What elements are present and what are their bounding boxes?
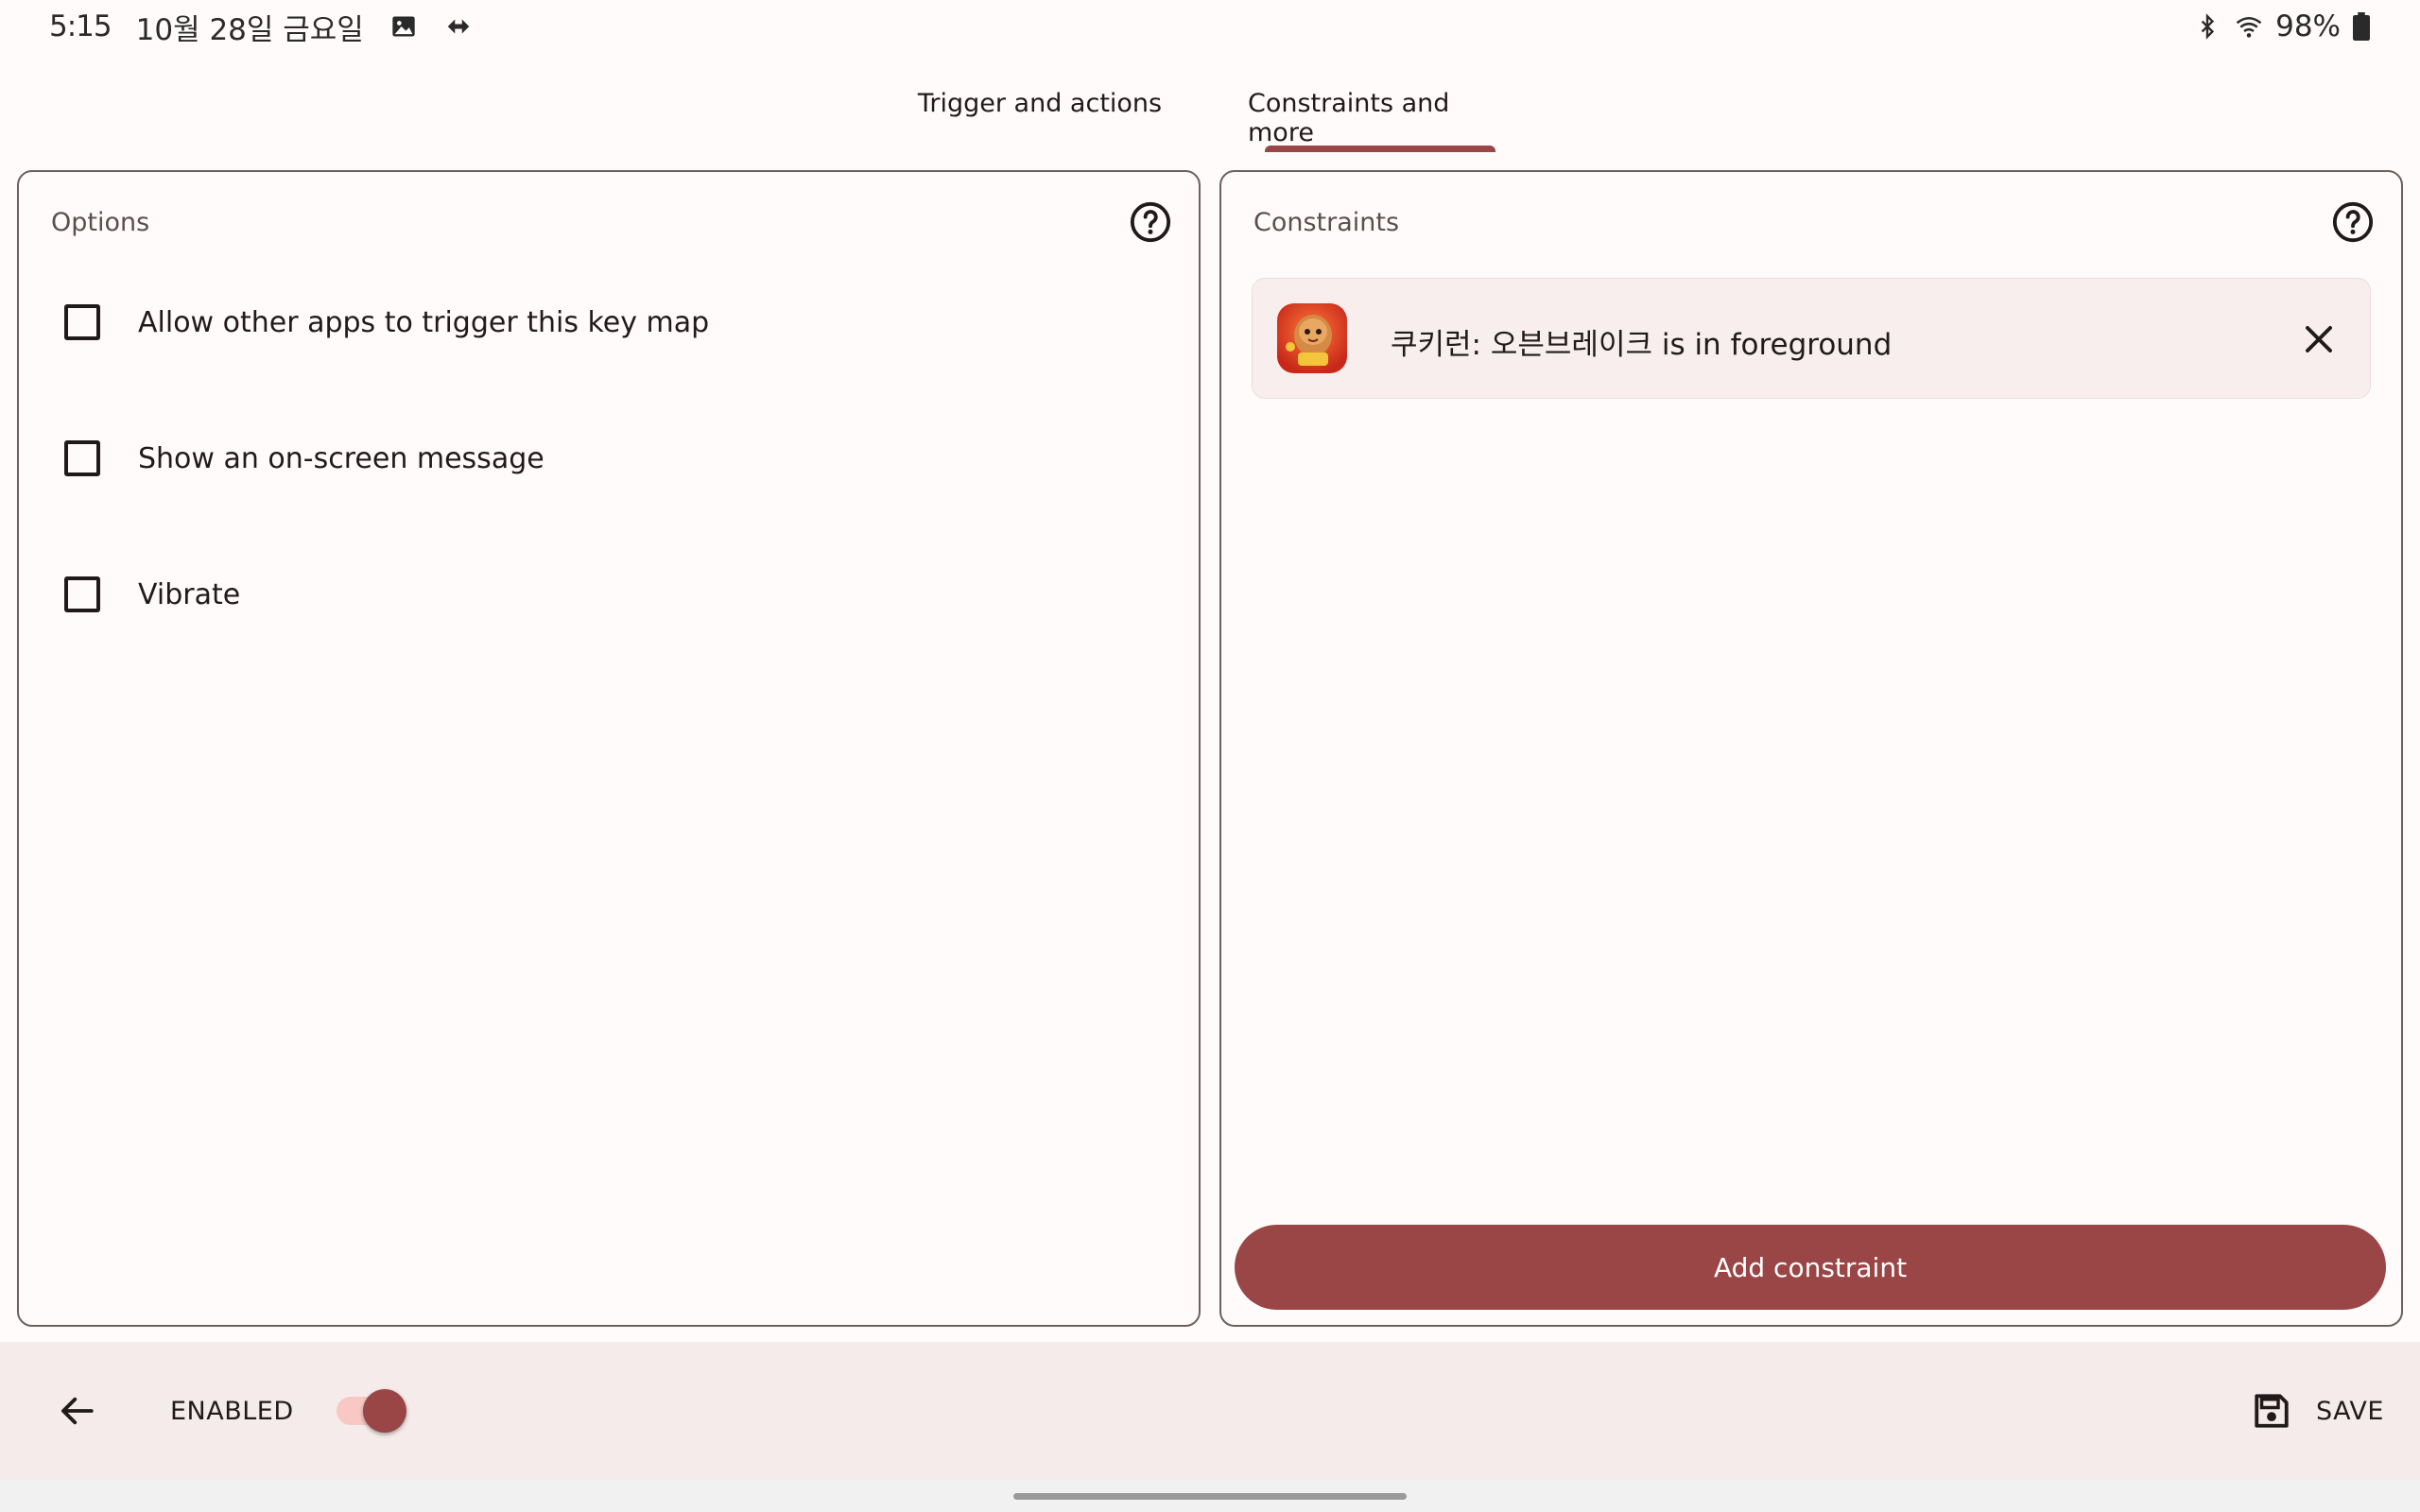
options-title: Options — [51, 208, 150, 237]
bluetooth-icon — [2192, 11, 2222, 42]
image-icon — [389, 11, 419, 42]
status-date: 10월 28일 금요일 — [135, 12, 364, 47]
tab-bar: Trigger and actions Constraints and more — [0, 76, 2420, 153]
battery-percent: 98% — [2275, 9, 2341, 43]
option-vibrate[interactable]: Vibrate — [64, 576, 240, 612]
constraint-item[interactable]: 쿠키런: 오븐브레이크 is in foreground — [1252, 278, 2371, 399]
options-card: Options Allow other apps to trigger this… — [17, 170, 1201, 1327]
navigation-bar — [0, 1480, 2420, 1512]
status-left: 5:15 10월 28일 금요일 — [49, 6, 474, 48]
save-icon[interactable] — [2252, 1391, 2291, 1431]
battery-icon — [2352, 11, 2371, 42]
help-icon[interactable] — [1129, 200, 1172, 244]
option-allow-other-apps[interactable]: Allow other apps to trigger this key map — [64, 304, 709, 340]
constraint-text: 쿠키런: 오븐브레이크 is in foreground — [1391, 328, 1893, 362]
toggle-thumb — [363, 1389, 406, 1433]
help-icon[interactable] — [2331, 200, 2375, 244]
tab-selected-indicator — [1265, 146, 1495, 152]
checkbox-vibrate[interactable] — [64, 576, 100, 612]
option-label: Show an on-screen message — [138, 441, 544, 475]
option-label: Vibrate — [138, 577, 241, 611]
close-icon[interactable] — [2302, 322, 2336, 356]
tab-trigger-and-actions[interactable]: Trigger and actions — [908, 76, 1172, 153]
cookie-run-app-icon — [1277, 303, 1347, 373]
add-constraint-button[interactable]: Add constraint — [1235, 1225, 2386, 1310]
constraints-card: Constraints 쿠키런: 오븐브레이크 is in foreground — [1219, 170, 2403, 1327]
constraints-title: Constraints — [1253, 208, 1400, 237]
option-show-on-screen-message[interactable]: Show an on-screen message — [64, 440, 544, 476]
checkbox-show-on-screen-message[interactable] — [64, 440, 100, 476]
checkbox-allow-other-apps[interactable] — [64, 304, 100, 340]
link-icon — [443, 11, 474, 42]
back-arrow-icon[interactable] — [57, 1391, 96, 1431]
status-right: 98% — [2192, 9, 2371, 43]
save-button[interactable]: SAVE — [2316, 1397, 2384, 1426]
bottom-bar: ENABLED SAVE — [0, 1342, 2420, 1480]
gesture-handle[interactable] — [1013, 1493, 1407, 1500]
enabled-toggle[interactable] — [337, 1389, 408, 1433]
option-label: Allow other apps to trigger this key map — [138, 305, 710, 339]
status-bar: 5:15 10월 28일 금요일 98% — [0, 0, 2420, 53]
wifi-icon — [2234, 11, 2264, 42]
status-time: 5:15 — [49, 9, 112, 43]
enabled-label: ENABLED — [170, 1397, 294, 1426]
tab-constraints-and-more[interactable]: Constraints and more — [1248, 76, 1512, 153]
